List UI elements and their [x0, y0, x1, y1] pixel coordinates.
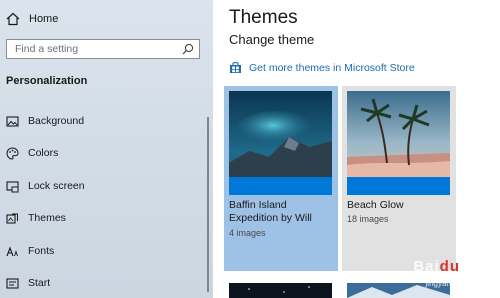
page-title: Themes: [229, 7, 298, 28]
theme-image-count: 18 images: [347, 214, 389, 224]
sidebar-item-themes[interactable]: Themes: [6, 209, 66, 227]
themes-page: Themes Change theme Get more themes in M…: [213, 0, 500, 298]
sidebar-scrollbar[interactable]: [207, 117, 209, 292]
aurora-image: [229, 91, 332, 195]
theme-tile-baffin-island[interactable]: Baffin Island Expedition by Will 4 image…: [224, 86, 338, 271]
sidebar-item-label: Fonts: [28, 245, 55, 257]
watermark-url: jingyan.baidu.com: [425, 279, 490, 288]
store-icon: [230, 61, 241, 73]
themes-icon: [6, 213, 18, 224]
sidebar-item-label: Start: [28, 277, 51, 289]
palette-icon: [6, 146, 19, 160]
sidebar-item-label: Themes: [28, 212, 66, 224]
home-label: Home: [29, 13, 59, 25]
sidebar-item-label: Background: [28, 115, 85, 127]
sidebar-item-label: Lock screen: [28, 180, 85, 192]
sidebar-item-lock-screen[interactable]: Lock screen: [6, 177, 85, 195]
dark-sky-image: [229, 283, 332, 298]
watermark-suffix: 经验: [459, 258, 492, 275]
theme-image-count: 4 images: [229, 228, 266, 238]
theme-name: Beach Glow: [347, 199, 404, 211]
theme-name: Baffin Island Expedition by Will: [229, 199, 312, 224]
theme-thumbnail: [229, 91, 332, 195]
watermark: Baidu经验: [413, 255, 492, 276]
sidebar-item-fonts[interactable]: Fonts: [6, 242, 54, 260]
sidebar-item-colors[interactable]: Colors: [6, 144, 58, 162]
picture-icon: [6, 115, 19, 127]
font-icon: [6, 245, 18, 256]
start-icon: [6, 277, 19, 289]
theme-tile-beach-glow[interactable]: Beach Glow 18 images: [342, 86, 456, 271]
get-more-themes-link[interactable]: Get more themes in Microsoft Store: [229, 61, 415, 74]
search-icon[interactable]: [182, 43, 194, 55]
lock-screen-icon: [6, 180, 19, 192]
watermark-text: Bai: [413, 258, 440, 275]
sidebar-item-label: Colors: [28, 147, 59, 159]
settings-sidebar: Home Personalization Background Colors L…: [0, 0, 213, 298]
store-link-label: Get more themes in Microsoft Store: [249, 61, 415, 74]
search-box[interactable]: [6, 39, 200, 59]
theme-tile-partial[interactable]: [229, 283, 332, 298]
theme-thumbnail: [347, 91, 450, 195]
section-subtitle: Change theme: [229, 32, 315, 47]
section-title: Personalization: [6, 75, 88, 87]
watermark-paw: du: [439, 258, 460, 275]
home-nav-item[interactable]: Home: [6, 10, 58, 28]
beach-image: [347, 91, 450, 195]
search-input[interactable]: [7, 40, 185, 58]
sidebar-item-start[interactable]: Start: [6, 274, 50, 292]
home-icon: [6, 12, 20, 26]
sidebar-item-background[interactable]: Background: [6, 112, 84, 130]
